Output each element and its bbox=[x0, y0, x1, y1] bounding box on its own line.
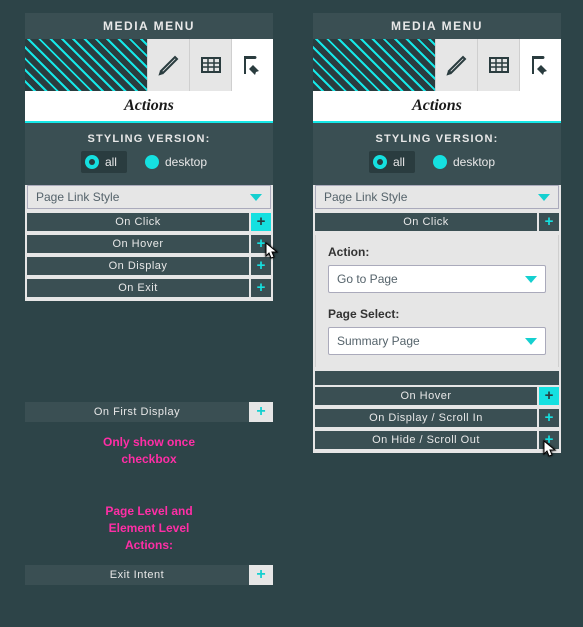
event-on-exit[interactable]: On Exit + bbox=[27, 279, 271, 297]
radio-all-label: all bbox=[393, 155, 405, 169]
radio-icon bbox=[145, 155, 159, 169]
style-dropdown[interactable]: Page Link Style bbox=[27, 185, 271, 209]
event-label: On Hover bbox=[27, 235, 249, 253]
flag-cursor-icon bbox=[241, 53, 265, 77]
plus-icon[interactable]: + bbox=[249, 279, 271, 297]
event-exit-intent[interactable]: Exit Intent + bbox=[25, 565, 273, 585]
media-menu-panel-right: MEDIA MENU Actions STYLING VERSION: all … bbox=[313, 13, 561, 453]
radio-icon bbox=[85, 155, 99, 169]
radio-desktop[interactable]: desktop bbox=[141, 151, 217, 173]
actions-header: Actions bbox=[25, 91, 273, 123]
brush-icon bbox=[445, 53, 469, 77]
plus-icon[interactable]: + bbox=[537, 387, 559, 405]
style-dropdown-value: Page Link Style bbox=[324, 190, 407, 204]
caret-down-icon bbox=[538, 194, 550, 201]
event-label: On Exit bbox=[27, 279, 249, 297]
styling-version-radios: all desktop bbox=[313, 151, 561, 185]
grid-tool[interactable] bbox=[477, 39, 519, 91]
event-on-hover[interactable]: On Hover + bbox=[27, 235, 271, 253]
styling-version-label: STYLING VERSION: bbox=[25, 123, 273, 151]
page-select-value: Summary Page bbox=[337, 334, 420, 348]
event-label: On Display bbox=[27, 257, 249, 275]
note-only-show-once: Only show once checkbox bbox=[84, 434, 214, 468]
action-select-value: Go to Page bbox=[337, 272, 398, 286]
event-label: On First Display bbox=[25, 402, 249, 422]
event-on-display-scroll-in[interactable]: On Display / Scroll In + bbox=[315, 409, 559, 427]
plus-icon[interactable]: + bbox=[249, 565, 273, 585]
toolbar-hatch bbox=[313, 39, 435, 91]
style-dropdown-value: Page Link Style bbox=[36, 190, 119, 204]
brush-tool[interactable] bbox=[435, 39, 477, 91]
event-label: On Click bbox=[27, 213, 249, 231]
radio-icon bbox=[433, 155, 447, 169]
style-dropdown[interactable]: Page Link Style bbox=[315, 185, 559, 209]
radio-icon bbox=[373, 155, 387, 169]
spacer bbox=[315, 371, 559, 385]
caret-down-icon bbox=[525, 338, 537, 345]
event-label: On Click bbox=[315, 213, 537, 231]
actions-tool[interactable] bbox=[231, 39, 273, 91]
radio-desktop-label: desktop bbox=[165, 155, 207, 169]
event-label: On Hover bbox=[315, 387, 537, 405]
page-select-label: Page Select: bbox=[328, 307, 546, 321]
plus-icon[interactable]: + bbox=[249, 257, 271, 275]
toolbar-icons bbox=[435, 39, 561, 91]
action-select[interactable]: Go to Page bbox=[328, 265, 546, 293]
grid-tool[interactable] bbox=[189, 39, 231, 91]
event-label: Exit Intent bbox=[25, 565, 249, 585]
toolbar-row bbox=[25, 39, 273, 91]
radio-all-label: all bbox=[105, 155, 117, 169]
caret-down-icon bbox=[250, 194, 262, 201]
event-label: On Display / Scroll In bbox=[315, 409, 537, 427]
plus-icon[interactable]: + bbox=[249, 235, 271, 253]
styling-version-label: STYLING VERSION: bbox=[313, 123, 561, 151]
plus-icon[interactable]: + bbox=[537, 409, 559, 427]
event-on-click[interactable]: On Click + bbox=[315, 213, 559, 231]
brush-icon bbox=[157, 53, 181, 77]
plus-icon[interactable]: + bbox=[249, 402, 273, 422]
toolbar-row bbox=[313, 39, 561, 91]
action-label: Action: bbox=[328, 245, 546, 259]
media-menu-panel-left: MEDIA MENU Actions STYLING VERSION: all … bbox=[25, 13, 273, 301]
panel-title: MEDIA MENU bbox=[25, 13, 273, 39]
event-label: On Hide / Scroll Out bbox=[315, 431, 537, 449]
grid-icon bbox=[199, 53, 223, 77]
radio-all[interactable]: all bbox=[81, 151, 127, 173]
brush-tool[interactable] bbox=[147, 39, 189, 91]
toolbar-hatch bbox=[25, 39, 147, 91]
page-select[interactable]: Summary Page bbox=[328, 327, 546, 355]
event-on-hover[interactable]: On Hover + bbox=[315, 387, 559, 405]
caret-down-icon bbox=[525, 276, 537, 283]
plus-icon[interactable]: + bbox=[537, 431, 559, 449]
event-on-display[interactable]: On Display + bbox=[27, 257, 271, 275]
flag-cursor-icon bbox=[529, 53, 553, 77]
grid-icon bbox=[487, 53, 511, 77]
actions-tool[interactable] bbox=[519, 39, 561, 91]
styling-version-radios: all desktop bbox=[25, 151, 273, 185]
note-page-level: Page Level and Element Level Actions: bbox=[84, 503, 214, 553]
actions-header: Actions bbox=[313, 91, 561, 123]
radio-desktop-label: desktop bbox=[453, 155, 495, 169]
panel-title: MEDIA MENU bbox=[313, 13, 561, 39]
toolbar-icons bbox=[147, 39, 273, 91]
radio-all[interactable]: all bbox=[369, 151, 415, 173]
event-on-hide-scroll-out[interactable]: On Hide / Scroll Out + bbox=[315, 431, 559, 449]
radio-desktop[interactable]: desktop bbox=[429, 151, 505, 173]
event-on-first-display[interactable]: On First Display + bbox=[25, 402, 273, 422]
event-on-click[interactable]: On Click + bbox=[27, 213, 271, 231]
plus-icon[interactable]: + bbox=[537, 213, 559, 231]
on-click-action-form: Action: Go to Page Page Select: Summary … bbox=[315, 235, 559, 367]
plus-icon[interactable]: + bbox=[249, 213, 271, 231]
